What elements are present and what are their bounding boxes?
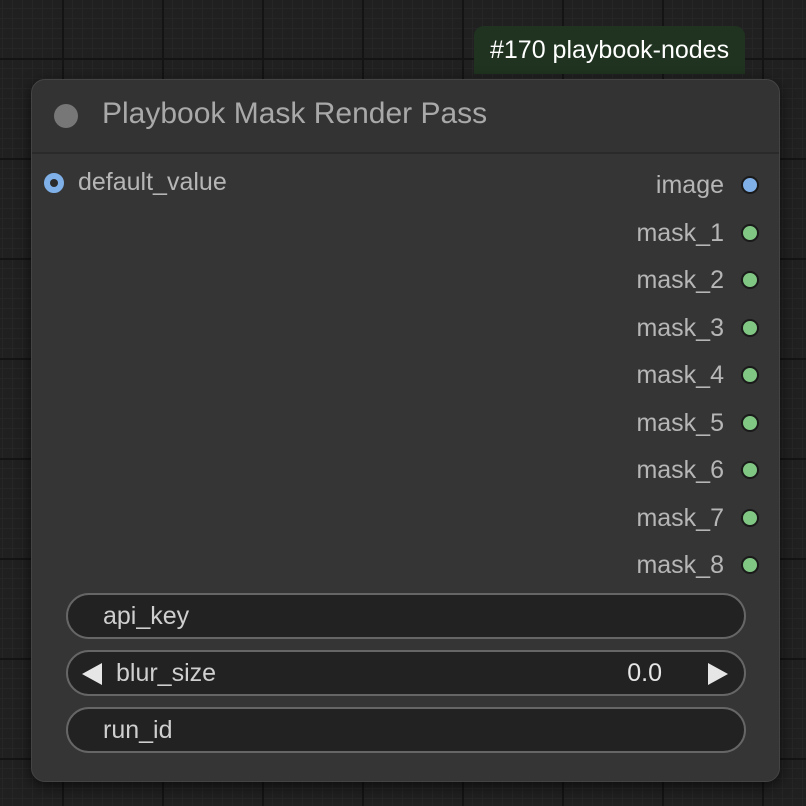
output-connector-dot[interactable]: [741, 461, 759, 479]
output-slot-mask-3[interactable]: mask_3: [469, 311, 769, 359]
output-connector-dot[interactable]: [741, 271, 759, 289]
output-slot-mask-5[interactable]: mask_5: [469, 406, 769, 454]
output-label: mask_5: [636, 408, 724, 437]
output-slot-mask-2[interactable]: mask_2: [469, 263, 769, 311]
output-label: mask_2: [636, 266, 724, 294]
output-slot-mask-6[interactable]: mask_6: [469, 453, 769, 501]
node-titlebar[interactable]: Playbook Mask Render Pass: [32, 80, 779, 154]
widget-label: blur_size: [116, 659, 217, 687]
output-connector-dot[interactable]: [741, 556, 759, 574]
run-id-text-widget[interactable]: run_id: [66, 707, 746, 753]
output-label: mask_1: [636, 218, 724, 247]
input-label: default_value: [78, 168, 227, 196]
output-label: mask_7: [636, 503, 724, 532]
output-label: mask_4: [636, 361, 724, 389]
output-label: mask_6: [636, 456, 724, 484]
output-label: mask_8: [636, 551, 724, 579]
increment-arrow-icon[interactable]: [708, 663, 728, 685]
widget-label: run_id: [103, 716, 173, 744]
output-connector-dot[interactable]: [741, 223, 759, 242]
node-title: Playbook Mask Render Pass: [102, 97, 488, 130]
output-slot-mask-7[interactable]: mask_7: [469, 501, 769, 549]
output-slot-mask-1[interactable]: mask_1: [469, 216, 769, 264]
output-connector-dot[interactable]: [741, 318, 759, 337]
widget-value[interactable]: 0.0: [627, 659, 662, 688]
output-label: image: [655, 171, 724, 199]
collapse-toggle-dot[interactable]: [54, 104, 78, 128]
output-connector-dot[interactable]: [741, 508, 759, 527]
output-connector-dot[interactable]: [741, 366, 759, 384]
input-connector-dot[interactable]: [44, 173, 64, 193]
output-slot-mask-8[interactable]: mask_8: [469, 548, 769, 596]
output-slot-image[interactable]: image: [469, 168, 769, 216]
node-id-badge: #170 playbook-nodes: [474, 26, 746, 74]
node-playbook-mask-render-pass[interactable]: Playbook Mask Render Pass default_value …: [31, 79, 780, 782]
output-connector-dot[interactable]: [741, 413, 759, 432]
blur-size-number-widget[interactable]: blur_size 0.0: [66, 650, 746, 696]
output-connector-dot[interactable]: [741, 176, 759, 194]
api-key-text-widget[interactable]: api_key: [66, 593, 746, 639]
widget-label: api_key: [103, 602, 190, 630]
output-slots: image mask_1 mask_2 mask_3 mask_4 mask_5…: [469, 168, 769, 596]
decrement-arrow-icon[interactable]: [82, 663, 102, 685]
output-slot-mask-4[interactable]: mask_4: [469, 358, 769, 406]
output-label: mask_3: [636, 313, 724, 342]
